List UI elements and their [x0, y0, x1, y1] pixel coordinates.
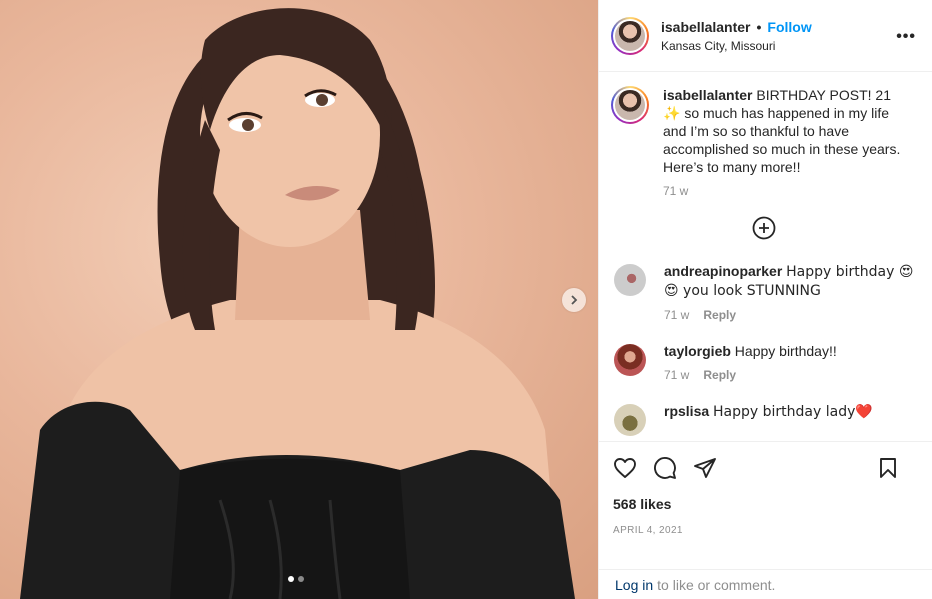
comments-section[interactable]: isabellalanter BIRTHDAY POST! 21 ✨ so mu…: [599, 72, 932, 441]
more-options-icon[interactable]: •••: [896, 28, 916, 46]
comment-item: andreapinoparker Happy birthday 😍 😍 you …: [611, 262, 916, 324]
comment-username[interactable]: rpslisa: [664, 403, 709, 419]
instagram-post: isabellalanter • Follow Kansas City, Mis…: [0, 0, 932, 599]
caption-avatar[interactable]: [611, 86, 649, 124]
post-header: isabellalanter • Follow Kansas City, Mis…: [599, 0, 932, 72]
like-button[interactable]: [613, 456, 637, 480]
comment-icon: [654, 457, 676, 479]
share-button[interactable]: [693, 456, 717, 480]
heart-icon: [614, 458, 636, 478]
save-button[interactable]: [876, 456, 900, 480]
comment-text: Happy birthday!!: [734, 343, 837, 359]
carousel-indicator: [288, 576, 304, 582]
carousel-dot-active: [288, 576, 294, 582]
caption-time[interactable]: 71 w: [663, 182, 688, 200]
load-more-comments[interactable]: [611, 216, 916, 240]
comment-button[interactable]: [653, 456, 677, 480]
comment-avatar[interactable]: [614, 344, 646, 376]
login-prompt-text: to like or comment.: [657, 576, 776, 593]
avatar-image: [615, 20, 645, 51]
separator-dot: •: [756, 18, 762, 35]
post-sidebar: isabellalanter • Follow Kansas City, Mis…: [598, 0, 932, 599]
caption-username[interactable]: isabellalanter: [663, 87, 753, 103]
comment-username[interactable]: taylorgieb: [664, 343, 731, 359]
send-icon: [694, 458, 716, 478]
login-link[interactable]: Log in: [615, 577, 653, 593]
bookmark-icon: [880, 458, 896, 478]
carousel-dot: [298, 576, 304, 582]
likes-count[interactable]: 568 likes: [613, 496, 916, 512]
reply-button[interactable]: Reply: [703, 366, 736, 384]
comment-time[interactable]: 71 w: [664, 366, 689, 384]
next-image-button[interactable]: [562, 288, 586, 312]
author-avatar[interactable]: [611, 16, 649, 55]
post-image[interactable]: [0, 0, 598, 599]
login-prompt: Log in to like or comment.: [599, 569, 932, 599]
plus-circle-icon[interactable]: [752, 216, 776, 240]
comment-avatar[interactable]: [614, 404, 646, 436]
comment-avatar[interactable]: [614, 264, 646, 296]
post-actions: 568 likes APRIL 4, 2021: [599, 441, 932, 569]
comment-time[interactable]: 71 w: [664, 306, 689, 324]
reply-button[interactable]: Reply: [703, 306, 736, 324]
post-date[interactable]: APRIL 4, 2021: [613, 525, 916, 536]
author-username[interactable]: isabellalanter: [661, 19, 751, 35]
comment-text: Happy birthday lady❤️: [713, 404, 873, 420]
chevron-right-icon: [571, 295, 578, 305]
comment-item: taylorgieb Happy birthday!! 71 w Reply: [611, 342, 916, 384]
caption: isabellalanter BIRTHDAY POST! 21 ✨ so mu…: [611, 86, 916, 200]
post-location[interactable]: Kansas City, Missouri: [661, 39, 812, 53]
portrait-photo: [20, 8, 575, 599]
follow-button[interactable]: Follow: [767, 19, 811, 35]
comment-username[interactable]: andreapinoparker: [664, 263, 782, 279]
comment-item: rpslisa Happy birthday lady❤️: [611, 402, 916, 436]
